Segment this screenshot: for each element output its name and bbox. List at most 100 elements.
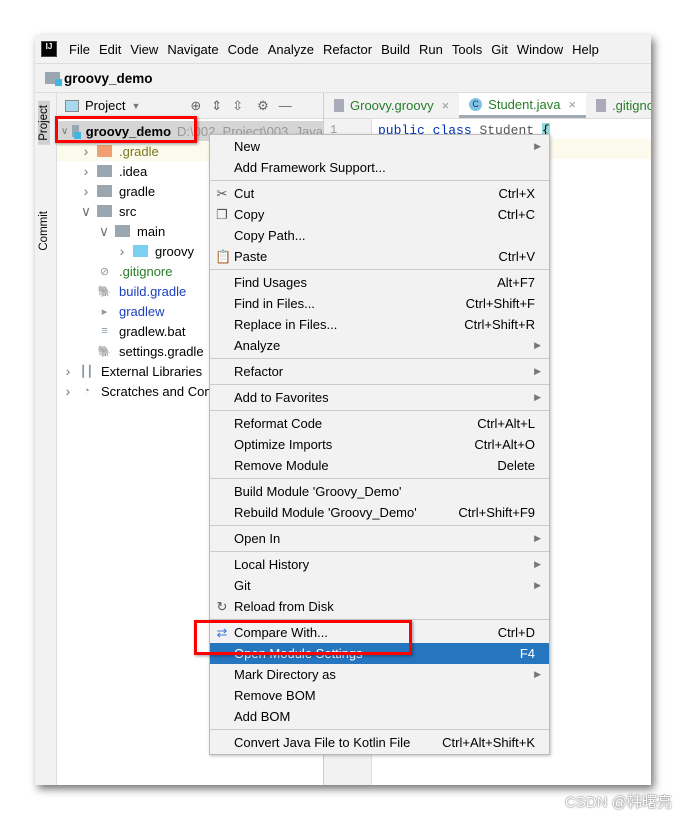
menu-separator [210,727,549,730]
menu-item-cut[interactable]: ✂ Cut Ctrl+X [210,183,549,204]
menu-navigate[interactable]: Navigate [167,42,218,57]
menu-item-rebuild-module-groovy-demo[interactable]: Rebuild Module 'Groovy_Demo' Ctrl+Shift+F… [210,502,549,523]
menu-item-convert-java-file-to-kotlin-file[interactable]: Convert Java File to Kotlin File Ctrl+Alt… [210,732,549,753]
chevron-down-icon[interactable]: ▼ [131,101,140,111]
scratches-icon: ◔ [83,385,90,397]
submenu-arrow-icon: ▶ [534,533,541,543]
hide-icon[interactable]: — [279,98,292,113]
paste-icon: 📋 [215,248,232,264]
menu-code[interactable]: Code [228,42,259,57]
menu-item-copy[interactable]: ❐ Copy Ctrl+C [210,204,549,225]
menu-build[interactable]: Build [381,42,410,57]
menu-item-new[interactable]: New ▶ [210,136,549,157]
menu-item-label: Copy Path... [234,228,306,243]
menu-item-shortcut: Ctrl+Alt+Shift+K [442,735,535,750]
menu-item-label: Add Framework Support... [234,160,386,175]
menu-run[interactable]: Run [419,42,443,57]
menu-item-replace-in-files[interactable]: Replace in Files... Ctrl+Shift+R [210,314,549,335]
menu-item-reformat-code[interactable]: Reformat Code Ctrl+Alt+L [210,413,549,434]
tab-label: .gitignore [612,98,651,113]
submenu-arrow-icon: ▶ [534,559,541,569]
tree-item-label: .gradle [119,143,159,159]
menu-item-add-to-favorites[interactable]: Add to Favorites ▶ [210,387,549,408]
menu-item-add-framework-support[interactable]: Add Framework Support... [210,157,549,178]
menu-item-label: Local History [234,557,310,572]
gear-icon[interactable]: ⚙ [257,98,269,114]
menu-item-build-module-groovy-demo[interactable]: Build Module 'Groovy_Demo' [210,481,549,502]
chevron-right-icon[interactable]: › [115,243,129,259]
menu-view[interactable]: View [130,42,158,57]
locate-icon[interactable]: ⊕ [190,98,201,114]
chevron-right-icon[interactable]: › [79,183,93,199]
chevron-right-icon[interactable]: › [79,163,93,179]
menu-item-remove-bom[interactable]: Remove BOM [210,685,549,706]
submenu-arrow-icon: ▶ [534,392,541,402]
menu-item-paste[interactable]: 📋 Paste Ctrl+V [210,246,549,267]
editor-tabs: Groovy.groovy × C Student.java × .gitignore [324,93,651,119]
menu-analyze[interactable]: Analyze [268,42,314,57]
menu-item-remove-module[interactable]: Remove Module Delete [210,455,549,476]
submenu-arrow-icon: ▶ [534,141,541,151]
menu-file[interactable]: File [69,42,90,57]
menu-refactor[interactable]: Refactor [323,42,372,57]
menu-item-label: Build Module 'Groovy_Demo' [234,484,402,499]
menu-edit[interactable]: Edit [99,42,121,57]
menu-item-refactor[interactable]: Refactor ▶ [210,361,549,382]
scissors-icon: ✂ [216,185,228,201]
close-icon[interactable]: × [568,97,576,112]
close-icon[interactable]: × [442,98,450,113]
menu-item-optimize-imports[interactable]: Optimize Imports Ctrl+Alt+O [210,434,549,455]
menu-item-open-in[interactable]: Open In ▶ [210,528,549,549]
menu-item-label: Optimize Imports [234,437,333,452]
menu-item-add-bom[interactable]: Add BOM [210,706,549,727]
project-view-selector[interactable]: Project [85,98,125,113]
chevron-right-icon[interactable]: › [61,383,75,399]
intellij-logo-icon: IJ [41,41,57,57]
menu-item-shortcut: Ctrl+Alt+L [477,416,535,431]
menu-item-find-in-files[interactable]: Find in Files... Ctrl+Shift+F [210,293,549,314]
menu-help[interactable]: Help [572,42,599,57]
menu-item-local-history[interactable]: Local History ▶ [210,554,549,575]
menu-item-analyze[interactable]: Analyze ▶ [210,335,549,356]
file-icon: ≡ [101,325,108,337]
watermark: CSDN @韩曙亮 [565,794,672,811]
tree-item-label: src [119,203,137,219]
menu-item-label: Remove BOM [234,688,316,703]
menu-item-reload-from-disk[interactable]: ↻ Reload from Disk [210,596,549,617]
menu-item-shortcut: Ctrl+C [497,207,535,222]
menu-item-git[interactable]: Git ▶ [210,575,549,596]
menu-item-shortcut: Delete [497,458,535,473]
tree-item-label: groovy [155,243,195,259]
submenu-arrow-icon: ▶ [534,340,541,350]
menu-bar: IJ File Edit View Navigate Code Analyze Refact… [35,35,651,63]
chevron-right-icon[interactable]: › [79,143,93,159]
menu-separator [210,382,549,385]
tree-item-label: main [137,223,166,239]
commit-tool-tab[interactable]: Commit [38,211,50,251]
libraries-icon: ┃┃ [79,365,94,378]
menu-item-find-usages[interactable]: Find Usages Alt+F7 [210,272,549,293]
project-tool-tab[interactable]: Project [38,101,50,145]
menu-window[interactable]: Window [517,42,563,57]
tab-groovy-groovy[interactable]: Groovy.groovy × [324,93,459,118]
menu-item-label: Convert Java File to Kotlin File [234,735,411,750]
tab-student-java[interactable]: C Student.java × [459,93,587,118]
collapse-all-icon[interactable]: ⇳ [232,98,243,114]
menu-item-mark-directory-as[interactable]: Mark Directory as ▶ [210,664,549,685]
menu-item-copy-path[interactable]: Copy Path... [210,225,549,246]
menu-item-shortcut: Ctrl+Shift+R [464,317,535,332]
menu-tools[interactable]: Tools [452,42,482,57]
project-view-icon [65,99,79,112]
expand-all-icon[interactable]: ⇕ [211,98,222,114]
tab--gitignore[interactable]: .gitignore [586,93,651,118]
menu-git[interactable]: Git [491,42,508,57]
chevron-right-icon[interactable]: › [61,363,75,379]
script-icon: ▸ [101,305,108,318]
menu-separator [210,549,549,552]
copy-icon: ❐ [216,206,228,222]
chevron-down-icon[interactable]: ∨ [79,203,93,220]
chevron-down-icon[interactable]: ∨ [97,223,111,240]
folder-icon [97,165,112,177]
menu-separator [210,408,549,411]
breadcrumb-project[interactable]: groovy_demo [64,71,153,86]
